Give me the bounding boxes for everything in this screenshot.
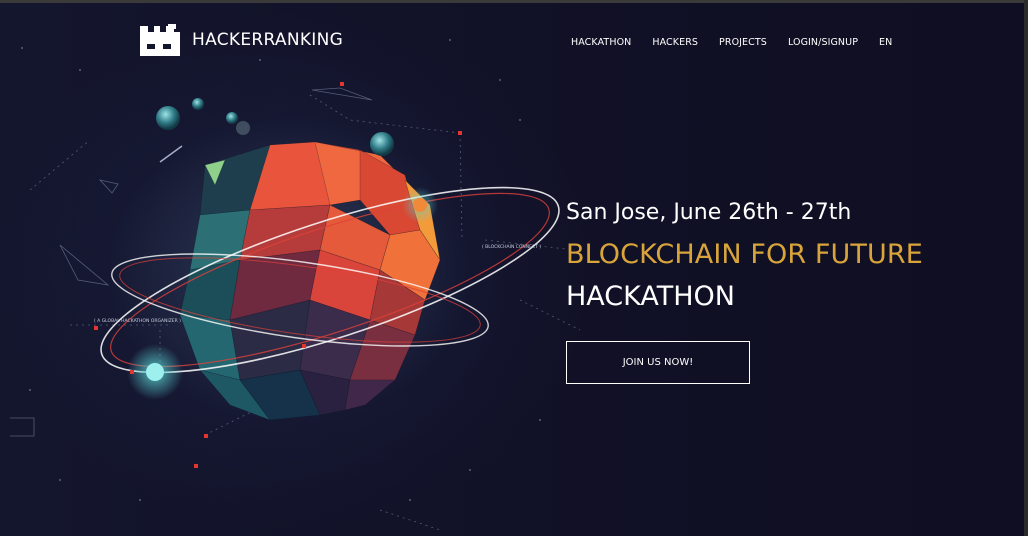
nav-item-hackathon[interactable]: HACKATHON bbox=[571, 37, 631, 48]
brand-name: HACKERRANKING bbox=[192, 30, 344, 50]
castle-icon bbox=[140, 24, 180, 56]
headline-hackathon: HACKATHON bbox=[566, 281, 736, 312]
join-us-button[interactable]: JOIN US NOW! bbox=[566, 341, 750, 384]
main-nav: HACKATHON HACKERS PROJECTS LOGIN/SIGNUP … bbox=[571, 37, 892, 48]
headline-blockchain: BLOCKCHAIN FOR FUTURE bbox=[566, 239, 923, 270]
event-date: San Jose, June 26th - 27th bbox=[566, 200, 852, 225]
nav-item-language[interactable]: EN bbox=[879, 37, 892, 48]
art-label-blockchain-connect: ( BLOCKCHAIN CONNECT ) bbox=[482, 244, 541, 250]
nav-item-login-signup[interactable]: LOGIN/SIGNUP bbox=[788, 37, 858, 48]
nav-item-projects[interactable]: PROJECTS bbox=[719, 37, 767, 48]
brand[interactable]: HACKERRANKING bbox=[138, 22, 343, 58]
art-label-global-organizer: ( A GLOBAL HACKATHON ORGANIZER ) bbox=[94, 318, 181, 324]
nav-item-hackers[interactable]: HACKERS bbox=[652, 37, 698, 48]
hero-section: ( BLOCKCHAIN CONNECT ) ( A GLOBAL HACKAT… bbox=[0, 0, 1028, 536]
